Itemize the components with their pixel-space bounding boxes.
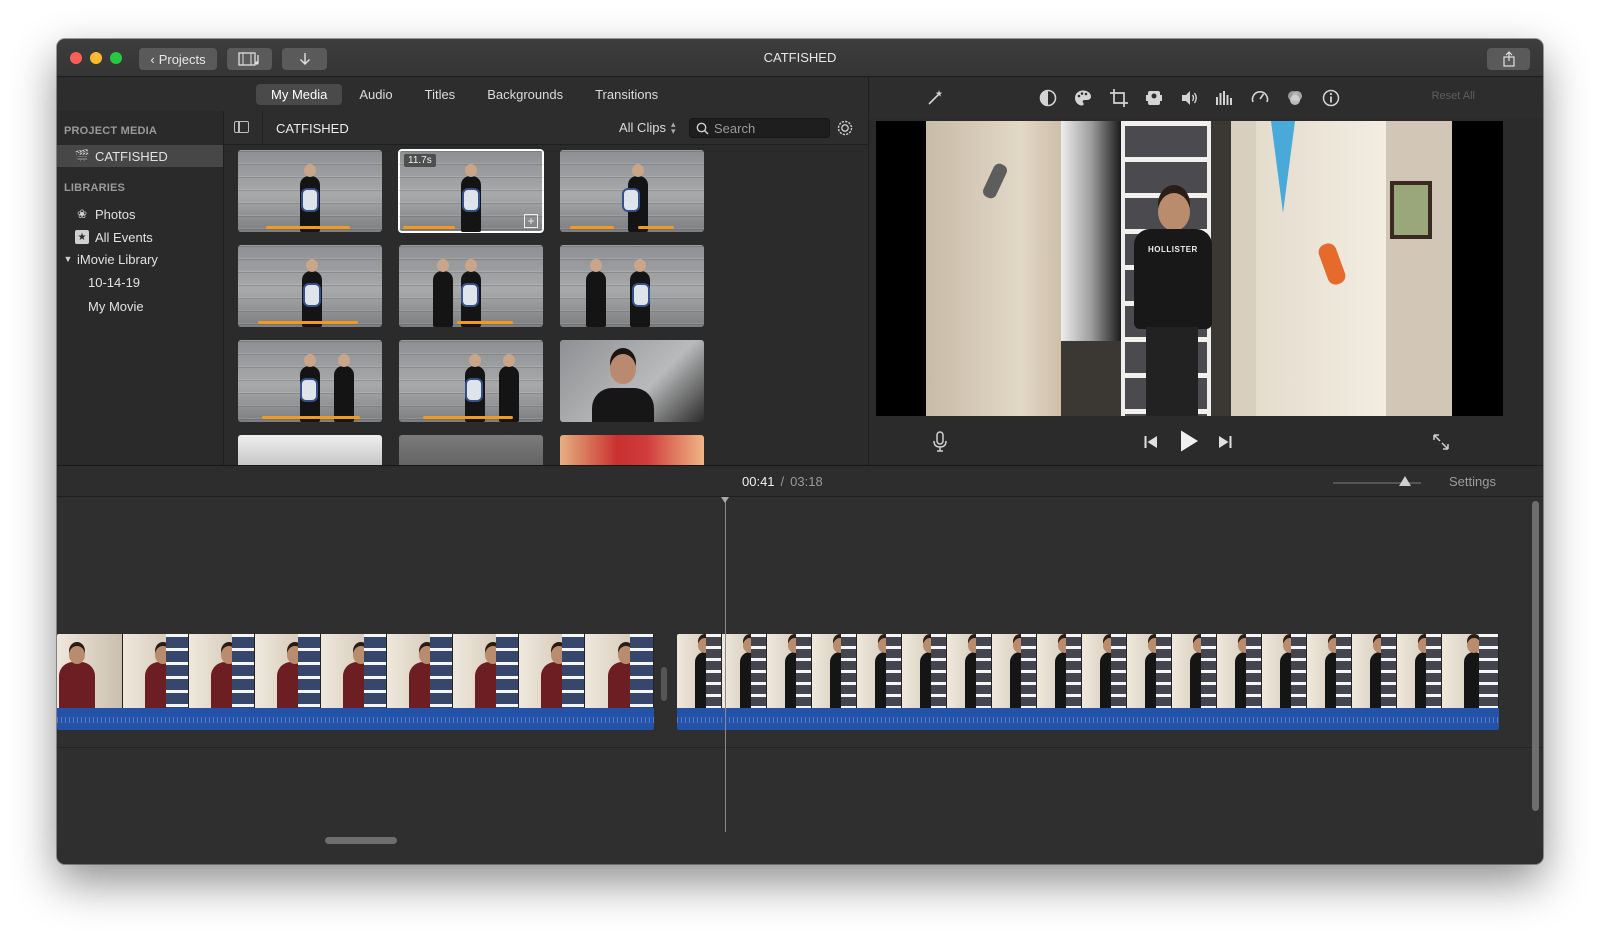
audio-waveform[interactable] — [677, 708, 1499, 730]
search-field[interactable] — [689, 118, 830, 138]
audio-waveform[interactable] — [57, 708, 654, 730]
sidebar-item-catfished[interactable]: 🎬 CATFISHED — [57, 145, 223, 167]
tab-transitions[interactable]: Transitions — [580, 84, 673, 105]
speed-gauge-icon[interactable] — [1250, 88, 1270, 108]
adjustments-toolbar: Reset All — [868, 77, 1543, 118]
updown-chevron-icon: ▴ ▾ — [670, 118, 676, 136]
library-sidebar: PROJECT MEDIA 🎬 CATFISHED LIBRARIES ❀ Ph… — [57, 111, 224, 465]
horizontal-scrollbar[interactable] — [325, 837, 397, 844]
share-button[interactable] — [1487, 48, 1530, 70]
sidebar-item-10-14-19[interactable]: 10-14-19 — [57, 271, 223, 293]
photos-icon: ❀ — [76, 207, 88, 221]
window-title: CATFISHED — [763, 50, 837, 65]
clip-thumbnail[interactable] — [560, 245, 704, 327]
clip-filter-label: All Clips — [619, 120, 666, 135]
sidebar-item-label: All Events — [95, 229, 153, 245]
video-preview[interactable]: HOLLISTER — [876, 121, 1503, 416]
current-time: 00:41 — [742, 474, 775, 489]
clip-thumbnail[interactable] — [399, 245, 543, 327]
clip-thumbnail[interactable] — [560, 340, 704, 422]
filter-circles-icon[interactable] — [1285, 88, 1305, 108]
clip-thumbnail[interactable] — [238, 435, 382, 465]
sidebar-item-label: 10-14-19 — [88, 274, 141, 290]
search-input[interactable] — [714, 120, 824, 136]
clip-thumbnail[interactable] — [560, 150, 704, 232]
clip-thumbnail[interactable] — [238, 150, 382, 232]
clip-grid: 11.7s + — [224, 145, 868, 465]
clip-gap-handle[interactable] — [661, 667, 667, 701]
skip-forward-icon[interactable] — [1215, 432, 1235, 452]
search-icon — [696, 122, 709, 135]
imovie-window: ‹ Projects CATFISHED My Media Audio Titl… — [57, 39, 1543, 864]
clip-thumbnail[interactable] — [399, 435, 543, 465]
sidebar-item-label: My Movie — [88, 298, 144, 314]
timecode-display: 00:41 / 03:18 — [742, 474, 823, 489]
magic-wand-icon[interactable] — [925, 88, 945, 108]
share-icon — [1502, 51, 1515, 67]
clip-thumbnail[interactable] — [238, 245, 382, 327]
browser-tabs: My Media Audio Titles Backgrounds Transi… — [57, 77, 868, 111]
skip-back-icon[interactable] — [1141, 432, 1161, 452]
total-duration: 03:18 — [790, 474, 823, 489]
star-icon: ★ — [75, 230, 89, 244]
timeline-header: 00:41 / 03:18 Settings — [57, 466, 1543, 497]
fullscreen-icon[interactable] — [1431, 432, 1451, 452]
volume-icon[interactable] — [1179, 88, 1199, 108]
libraries-heading: LIBRARIES — [64, 182, 126, 194]
timeline-clip[interactable] — [677, 634, 1499, 730]
project-media-heading: PROJECT MEDIA — [64, 125, 158, 137]
color-palette-icon[interactable] — [1073, 88, 1093, 108]
person-in-frame: HOLLISTER — [1134, 193, 1212, 416]
clip-thumbnail[interactable] — [238, 340, 382, 422]
tab-audio[interactable]: Audio — [344, 84, 407, 105]
browser-header: CATFISHED All Clips ▴ ▾ — [224, 111, 868, 145]
play-button[interactable] — [1177, 429, 1201, 453]
shirt-logo-text: HOLLISTER — [1148, 245, 1198, 254]
gear-icon[interactable] — [836, 119, 854, 137]
sidebar-item-imovie-library[interactable]: ▼ iMovie Library — [57, 248, 223, 270]
track-divider — [57, 747, 1543, 748]
playback-controls — [869, 418, 1543, 465]
sidebar-item-label: iMovie Library — [77, 251, 158, 267]
playhead[interactable] — [721, 497, 729, 832]
timeline-settings-button[interactable]: Settings — [1449, 474, 1496, 489]
zoom-slider-knob[interactable] — [1399, 476, 1411, 486]
tab-titles[interactable]: Titles — [410, 84, 471, 105]
vertical-scrollbar[interactable] — [1532, 501, 1539, 811]
clapper-icon: 🎬 — [74, 149, 90, 163]
color-balance-icon[interactable] — [1038, 88, 1058, 108]
time-separator: / — [780, 474, 785, 489]
reset-all-button[interactable]: Reset All — [1432, 90, 1475, 102]
viewer-panel: HOLLISTER — [868, 118, 1543, 465]
sidebar-item-label: CATFISHED — [95, 148, 168, 164]
clip-filter-select[interactable]: All Clips ▴ ▾ — [619, 118, 676, 136]
sidebar-item-photos[interactable]: ❀ Photos — [57, 203, 223, 225]
sidebar-item-all-events[interactable]: ★ All Events — [57, 226, 223, 248]
sidebar-item-my-movie[interactable]: My Movie — [57, 295, 223, 317]
timeline-clip[interactable] — [57, 634, 654, 730]
title-bar: ‹ Projects CATFISHED — [57, 39, 1543, 77]
tab-my-media[interactable]: My Media — [256, 83, 343, 105]
timeline[interactable] — [57, 497, 1543, 864]
clip-duration-badge: 11.7s — [404, 154, 436, 167]
info-icon[interactable] — [1321, 88, 1341, 108]
sidebar-item-label: Photos — [95, 206, 136, 222]
video-frame: HOLLISTER — [926, 121, 1452, 416]
divider — [262, 111, 263, 144]
sidebar-toggle-icon[interactable] — [234, 121, 249, 133]
clip-thumbnail[interactable] — [399, 340, 543, 422]
equalizer-icon[interactable] — [1214, 88, 1234, 108]
microphone-icon[interactable] — [930, 431, 950, 452]
disclosure-triangle-icon[interactable]: ▼ — [63, 252, 73, 266]
tab-backgrounds[interactable]: Backgrounds — [472, 84, 578, 105]
clip-thumbnail-selected[interactable]: 11.7s + — [398, 149, 544, 233]
stabilization-camera-icon[interactable] — [1144, 88, 1164, 108]
crop-icon[interactable] — [1109, 88, 1129, 108]
browser-title: CATFISHED — [276, 121, 349, 136]
clip-thumbnail[interactable] — [560, 435, 704, 465]
add-clip-icon[interactable]: + — [524, 214, 538, 228]
timeline-zoom-slider[interactable] — [1333, 476, 1421, 486]
